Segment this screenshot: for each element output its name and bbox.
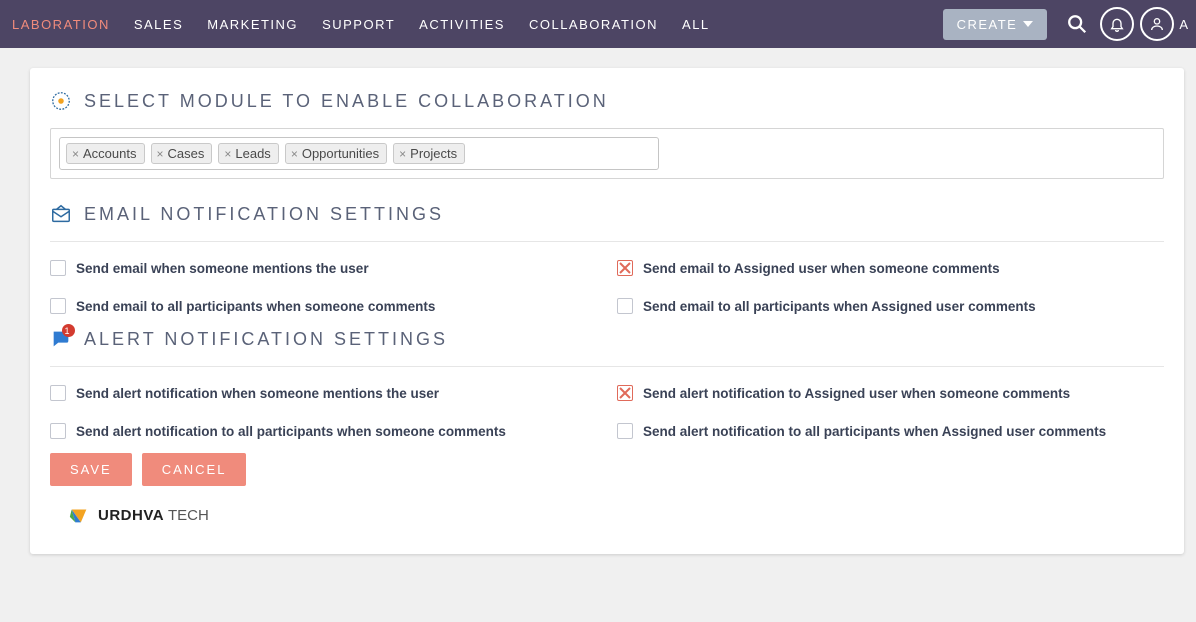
logo-text: URDHVA TECH (98, 507, 209, 524)
logo-icon (68, 504, 90, 526)
search-icon[interactable] (1060, 7, 1094, 41)
create-label: CREATE (957, 17, 1018, 32)
email-setting-row[interactable]: Send email when someone mentions the use… (50, 260, 597, 276)
token-remove-icon[interactable]: × (399, 147, 406, 161)
module-token-input[interactable]: ×Accounts ×Cases ×Leads ×Opportunities ×… (59, 137, 659, 170)
alert-section-title: 1 ALERT NOTIFICATION SETTINGS (50, 328, 1164, 350)
email-setting-row[interactable]: Send email to Assigned user when someone… (617, 260, 1164, 276)
footer-logo: URDHVA TECH (50, 504, 1164, 526)
cancel-button[interactable]: CANCEL (142, 453, 247, 486)
nav-item-sales[interactable]: SALES (122, 0, 195, 48)
module-section-title: SELECT MODULE TO ENABLE COLLABORATION (50, 90, 1164, 112)
notifications-icon[interactable] (1100, 7, 1134, 41)
gear-icon (50, 90, 72, 112)
alert-icon: 1 (50, 328, 72, 350)
alert-settings-grid: Send alert notification when someone men… (50, 385, 1164, 439)
email-settings-grid: Send email when someone mentions the use… (50, 260, 1164, 314)
divider (50, 366, 1164, 367)
token-remove-icon[interactable]: × (291, 147, 298, 161)
alert-setting-row[interactable]: Send alert notification to Assigned user… (617, 385, 1164, 401)
module-token: ×Leads (218, 143, 278, 164)
alert-setting-row[interactable]: Send alert notification when someone men… (50, 385, 597, 401)
email-section-title: EMAIL NOTIFICATION SETTINGS (50, 203, 1164, 225)
nav-item-all[interactable]: ALL (670, 0, 722, 48)
alert-setting-row[interactable]: Send alert notification to all participa… (50, 423, 597, 439)
module-select-box: ×Accounts ×Cases ×Leads ×Opportunities ×… (50, 128, 1164, 179)
checkbox[interactable] (617, 260, 633, 276)
nav-item-marketing[interactable]: MARKETING (195, 0, 310, 48)
checkbox[interactable] (617, 298, 633, 314)
module-token: ×Opportunities (285, 143, 387, 164)
token-remove-icon[interactable]: × (157, 147, 164, 161)
checkbox[interactable] (50, 260, 66, 276)
save-button[interactable]: SAVE (50, 453, 132, 486)
action-buttons: SAVE CANCEL (50, 453, 1164, 486)
email-setting-row[interactable]: Send email to all participants when some… (50, 298, 597, 314)
chevron-down-icon (1023, 21, 1033, 27)
nav-item-support[interactable]: SUPPORT (310, 0, 407, 48)
settings-card: SELECT MODULE TO ENABLE COLLABORATION ×A… (30, 68, 1184, 554)
module-token: ×Accounts (66, 143, 145, 164)
token-remove-icon[interactable]: × (72, 147, 79, 161)
token-remove-icon[interactable]: × (224, 147, 231, 161)
create-button[interactable]: CREATE (943, 9, 1048, 40)
module-token: ×Cases (151, 143, 213, 164)
nav-item-collaboration-cut[interactable]: LABORATION (0, 0, 122, 48)
checkbox[interactable] (50, 385, 66, 401)
alert-badge: 1 (62, 324, 75, 337)
checkbox[interactable] (617, 385, 633, 401)
nav-items: LABORATION SALES MARKETING SUPPORT ACTIV… (0, 0, 722, 48)
email-setting-row[interactable]: Send email to all participants when Assi… (617, 298, 1164, 314)
nav-item-activities[interactable]: ACTIVITIES (407, 0, 517, 48)
user-avatar-icon[interactable] (1140, 7, 1174, 41)
checkbox[interactable] (617, 423, 633, 439)
avatar-initial: A (1179, 17, 1188, 32)
mail-icon (50, 203, 72, 225)
divider (50, 241, 1164, 242)
top-nav: LABORATION SALES MARKETING SUPPORT ACTIV… (0, 0, 1196, 48)
module-token: ×Projects (393, 143, 465, 164)
alert-setting-row[interactable]: Send alert notification to all participa… (617, 423, 1164, 439)
checkbox[interactable] (50, 423, 66, 439)
checkbox[interactable] (50, 298, 66, 314)
nav-item-collaboration[interactable]: COLLABORATION (517, 0, 670, 48)
